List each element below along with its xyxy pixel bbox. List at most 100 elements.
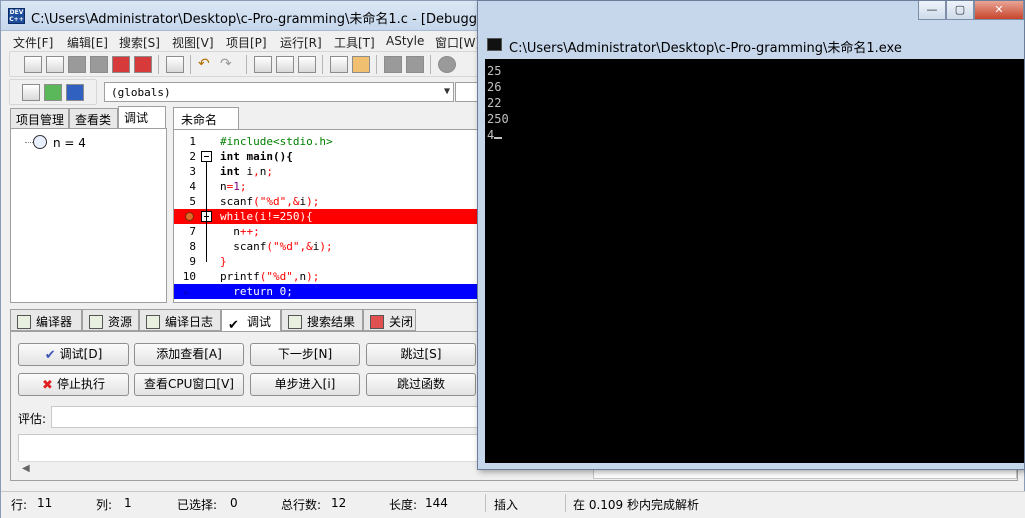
project-options-icon[interactable] — [22, 84, 40, 101]
find-icon[interactable] — [254, 56, 272, 73]
fold-toggle-icon[interactable] — [201, 151, 212, 162]
code-line[interactable]: 7 n++; — [174, 224, 484, 239]
maximize-button[interactable]: ▢ — [946, 1, 974, 20]
goto-bookmark-icon[interactable] — [406, 56, 424, 73]
undo-icon[interactable]: ↶ — [198, 56, 216, 73]
skip-button[interactable]: 跳过[S] — [366, 343, 476, 366]
code-token: n — [220, 180, 227, 193]
code-token: , — [292, 270, 300, 283]
tab-project-manager[interactable]: 项目管理 — [10, 108, 69, 128]
line-number: 1 — [189, 135, 196, 148]
code-line[interactable]: 11➤ return 0; — [174, 284, 484, 300]
code-token: ); — [306, 195, 320, 208]
bookmark-icon[interactable] — [384, 56, 402, 73]
cpu-window-button[interactable]: 查看CPU窗口[V] — [134, 373, 244, 396]
code-editor[interactable]: 1 #include<stdio.h> 2 int main(){3 int i,n; 4… — [173, 129, 485, 303]
close-file-icon[interactable] — [112, 56, 130, 73]
print-icon[interactable] — [166, 56, 184, 73]
skip-function-button[interactable]: 跳过函数 — [366, 373, 476, 396]
line-number: 5 — [189, 195, 196, 208]
evaluate-horizontal-scrollbar[interactable]: ◀ — [18, 461, 483, 477]
code-line[interactable]: 5 scanf("%d",&i); — [174, 194, 484, 209]
menu-view[interactable]: 视图[V] — [172, 34, 214, 51]
add-to-project-icon[interactable] — [44, 84, 62, 101]
evaluate-label: 评估: — [18, 412, 47, 426]
menu-search[interactable]: 搜索[S] — [119, 34, 160, 51]
console-line: 26 — [487, 79, 501, 95]
remove-from-project-icon[interactable] — [66, 84, 84, 101]
code-token: "%d" — [259, 195, 287, 208]
code-token: ; — [239, 180, 247, 193]
watch-panel: n = 4 — [10, 128, 167, 303]
menu-astyle[interactable]: AStyle — [386, 34, 424, 48]
code-text: n++; — [220, 224, 260, 239]
console-line-text: 22 — [487, 96, 502, 110]
save-icon[interactable] — [68, 56, 86, 73]
tab-close[interactable]: 关闭 — [363, 309, 416, 331]
code-token: main — [246, 150, 274, 163]
toolbar-separator — [322, 55, 323, 74]
tab-resources[interactable]: 资源 — [82, 309, 139, 331]
code-text: scanf("%d",&i); — [220, 239, 332, 254]
toolbar-separator — [190, 55, 191, 74]
code-line[interactable]: 2 int main(){ — [174, 149, 484, 164]
code-token: ); — [306, 270, 320, 283]
tab-class-browser[interactable]: 查看类 — [69, 108, 118, 128]
debug-button[interactable]: ✔ 调试[D] — [18, 343, 129, 366]
next-step-button[interactable]: 下一步[N] — [250, 343, 360, 366]
watch-item[interactable]: n = 4 — [33, 135, 86, 150]
find-next-icon[interactable] — [298, 56, 316, 73]
line-number: 9 — [189, 255, 196, 268]
tab-compiler[interactable]: 编译器 — [10, 309, 82, 331]
save-all-icon[interactable] — [90, 56, 108, 73]
tab-debug[interactable]: 调试 — [118, 106, 166, 128]
code-token: ,& — [299, 240, 313, 253]
breakpoint-icon[interactable] — [185, 212, 194, 221]
tab-search-results[interactable]: 搜索结果 — [281, 309, 363, 331]
step-into-button[interactable]: 单步进入[i] — [250, 373, 360, 396]
unindent-icon[interactable] — [352, 56, 370, 73]
tab-debug-output[interactable]: ✔ 调试 — [221, 309, 281, 332]
menu-file[interactable]: 文件[F] — [13, 34, 53, 51]
code-line[interactable]: 1 #include<stdio.h> — [174, 134, 484, 149]
console-output[interactable]: 25 26 22 250 4 — [485, 59, 1024, 463]
menu-run[interactable]: 运行[R] — [280, 34, 322, 51]
toggle-comment-icon[interactable] — [438, 56, 456, 73]
code-token: "%d" — [266, 270, 293, 283]
menu-project[interactable]: 项目[P] — [226, 34, 267, 51]
watch-expression: n = 4 — [53, 136, 86, 150]
add-watch-button[interactable]: 添加查看[A] — [134, 343, 244, 366]
tab-compile-log[interactable]: 编译日志 — [139, 309, 221, 331]
code-line[interactable]: 4 n=1; — [174, 179, 484, 194]
redo-icon[interactable]: ↷ — [220, 56, 238, 73]
new-file-icon[interactable] — [24, 56, 42, 73]
editor-tab-file[interactable]: 未命名1.c — [173, 107, 239, 142]
magnifier-icon — [33, 135, 47, 149]
replace-icon[interactable] — [276, 56, 294, 73]
code-line[interactable]: 8 scanf("%d",&i); — [174, 239, 484, 254]
menu-tools[interactable]: 工具[T] — [334, 34, 375, 51]
evaluate-input[interactable] — [51, 406, 481, 428]
console-window[interactable]: — ▢ ✕ C:\Users\Administrator\Desktop\c-P… — [477, 0, 1025, 470]
open-file-icon[interactable] — [46, 56, 64, 73]
menu-window[interactable]: 窗口[W] — [435, 34, 480, 51]
code-token: scanf — [220, 195, 254, 208]
code-line[interactable]: 3 int i,n; — [174, 164, 484, 179]
code-token: return 0; — [220, 285, 293, 298]
code-line[interactable]: 9} — [174, 254, 484, 269]
status-col-label: 列: — [96, 498, 113, 512]
indent-icon[interactable] — [330, 56, 348, 73]
status-insert-mode: 插入 — [494, 498, 519, 512]
code-line[interactable]: 10 printf("%d",n); — [174, 269, 484, 284]
devcpp-app-icon: DEV C++ — [8, 8, 25, 24]
console-line-text: 250 — [487, 112, 509, 126]
scope-dropdown[interactable]: (globals) ▼ — [104, 82, 454, 102]
code-line[interactable]: 6while(i!=250){ — [174, 209, 484, 224]
console-line: 250 — [487, 111, 509, 127]
resources-icon — [89, 315, 103, 329]
minimize-button[interactable]: — — [918, 1, 946, 20]
close-all-icon[interactable] — [134, 56, 152, 73]
stop-execution-button[interactable]: ✖ 停止执行 — [18, 373, 129, 396]
close-button[interactable]: ✕ — [974, 1, 1024, 20]
menu-edit[interactable]: 编辑[E] — [67, 34, 108, 51]
